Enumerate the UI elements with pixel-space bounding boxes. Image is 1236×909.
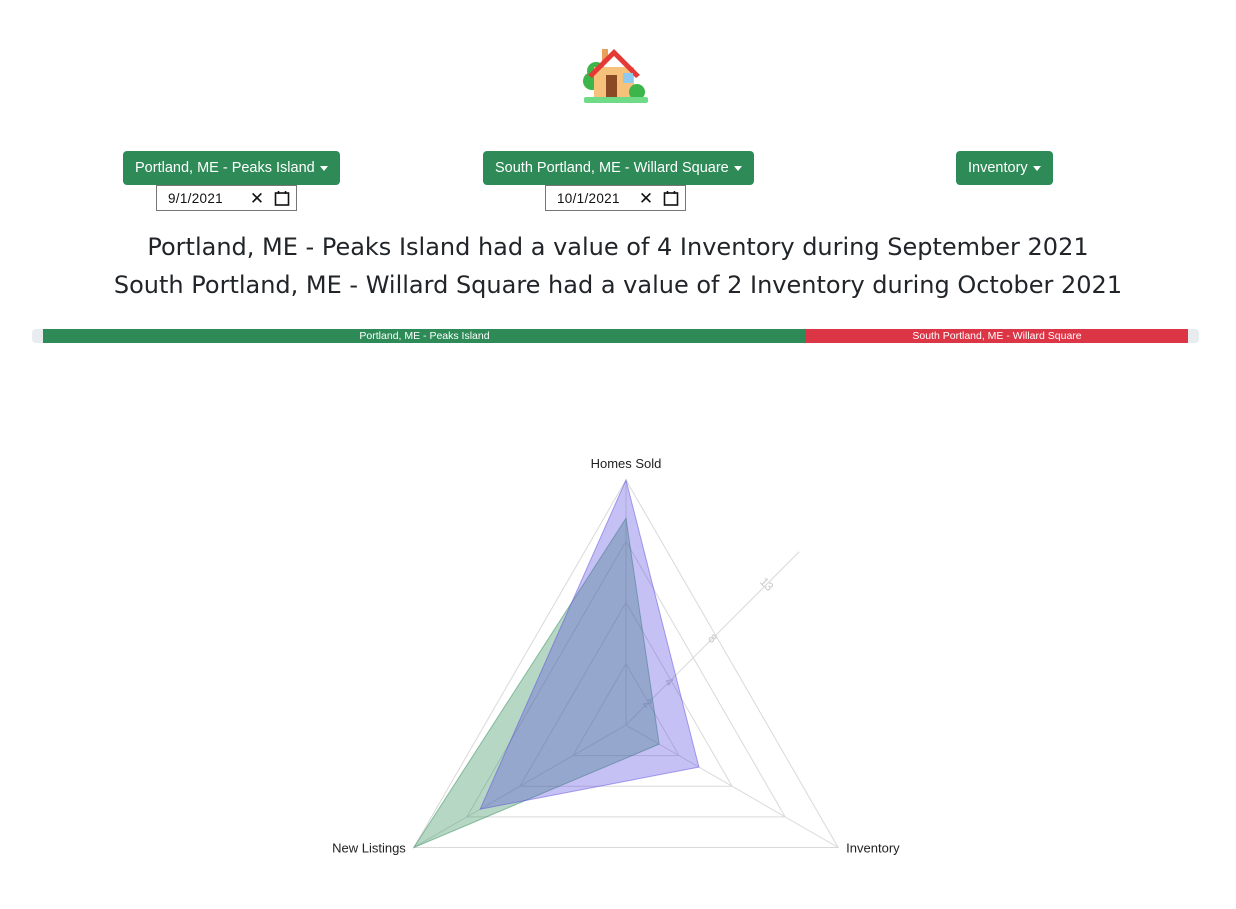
comparison-segment-b: South Portland, ME - Willard Square <box>806 329 1188 343</box>
axis-label: New Listings <box>332 841 406 856</box>
date-b-value: 10/1/2021 <box>557 190 620 206</box>
location-b-label: South Portland, ME - Willard Square <box>495 160 729 176</box>
clear-date-a-icon[interactable]: ✕ <box>248 190 266 207</box>
comparison-segment-a: Portland, ME - Peaks Island <box>43 329 806 343</box>
axis-label: Inventory <box>846 841 900 856</box>
axis-label: Homes Sold <box>591 456 662 471</box>
location-a-dropdown[interactable]: Portland, ME - Peaks Island <box>123 151 340 185</box>
location-b-dropdown[interactable]: South Portland, ME - Willard Square <box>483 151 754 185</box>
caret-down-icon <box>733 166 742 171</box>
headline-location-b: South Portland, ME - Willard Square had … <box>113 271 1123 299</box>
caret-down-icon <box>1032 166 1041 171</box>
date-b-input[interactable]: 10/1/2021 ✕ <box>545 185 686 211</box>
calendar-icon[interactable] <box>663 190 679 206</box>
comparison-bar: Portland, ME - Peaks Island South Portla… <box>32 329 1199 343</box>
metric-label: Inventory <box>968 160 1028 176</box>
date-a-input[interactable]: 9/1/2021 ✕ <box>156 185 297 211</box>
date-a-value: 9/1/2021 <box>168 190 223 206</box>
calendar-icon[interactable] <box>274 190 290 206</box>
house-logo-icon <box>583 49 648 103</box>
caret-down-icon <box>319 166 328 171</box>
series-area-2 <box>479 478 700 810</box>
clear-date-b-icon[interactable]: ✕ <box>637 190 655 207</box>
radar-chart: 24813Homes SoldInventoryNew Listings <box>332 456 900 856</box>
metric-dropdown[interactable]: Inventory <box>956 151 1053 185</box>
location-a-label: Portland, ME - Peaks Island <box>135 160 315 176</box>
headline-location-a: Portland, ME - Peaks Island had a value … <box>147 233 1089 261</box>
